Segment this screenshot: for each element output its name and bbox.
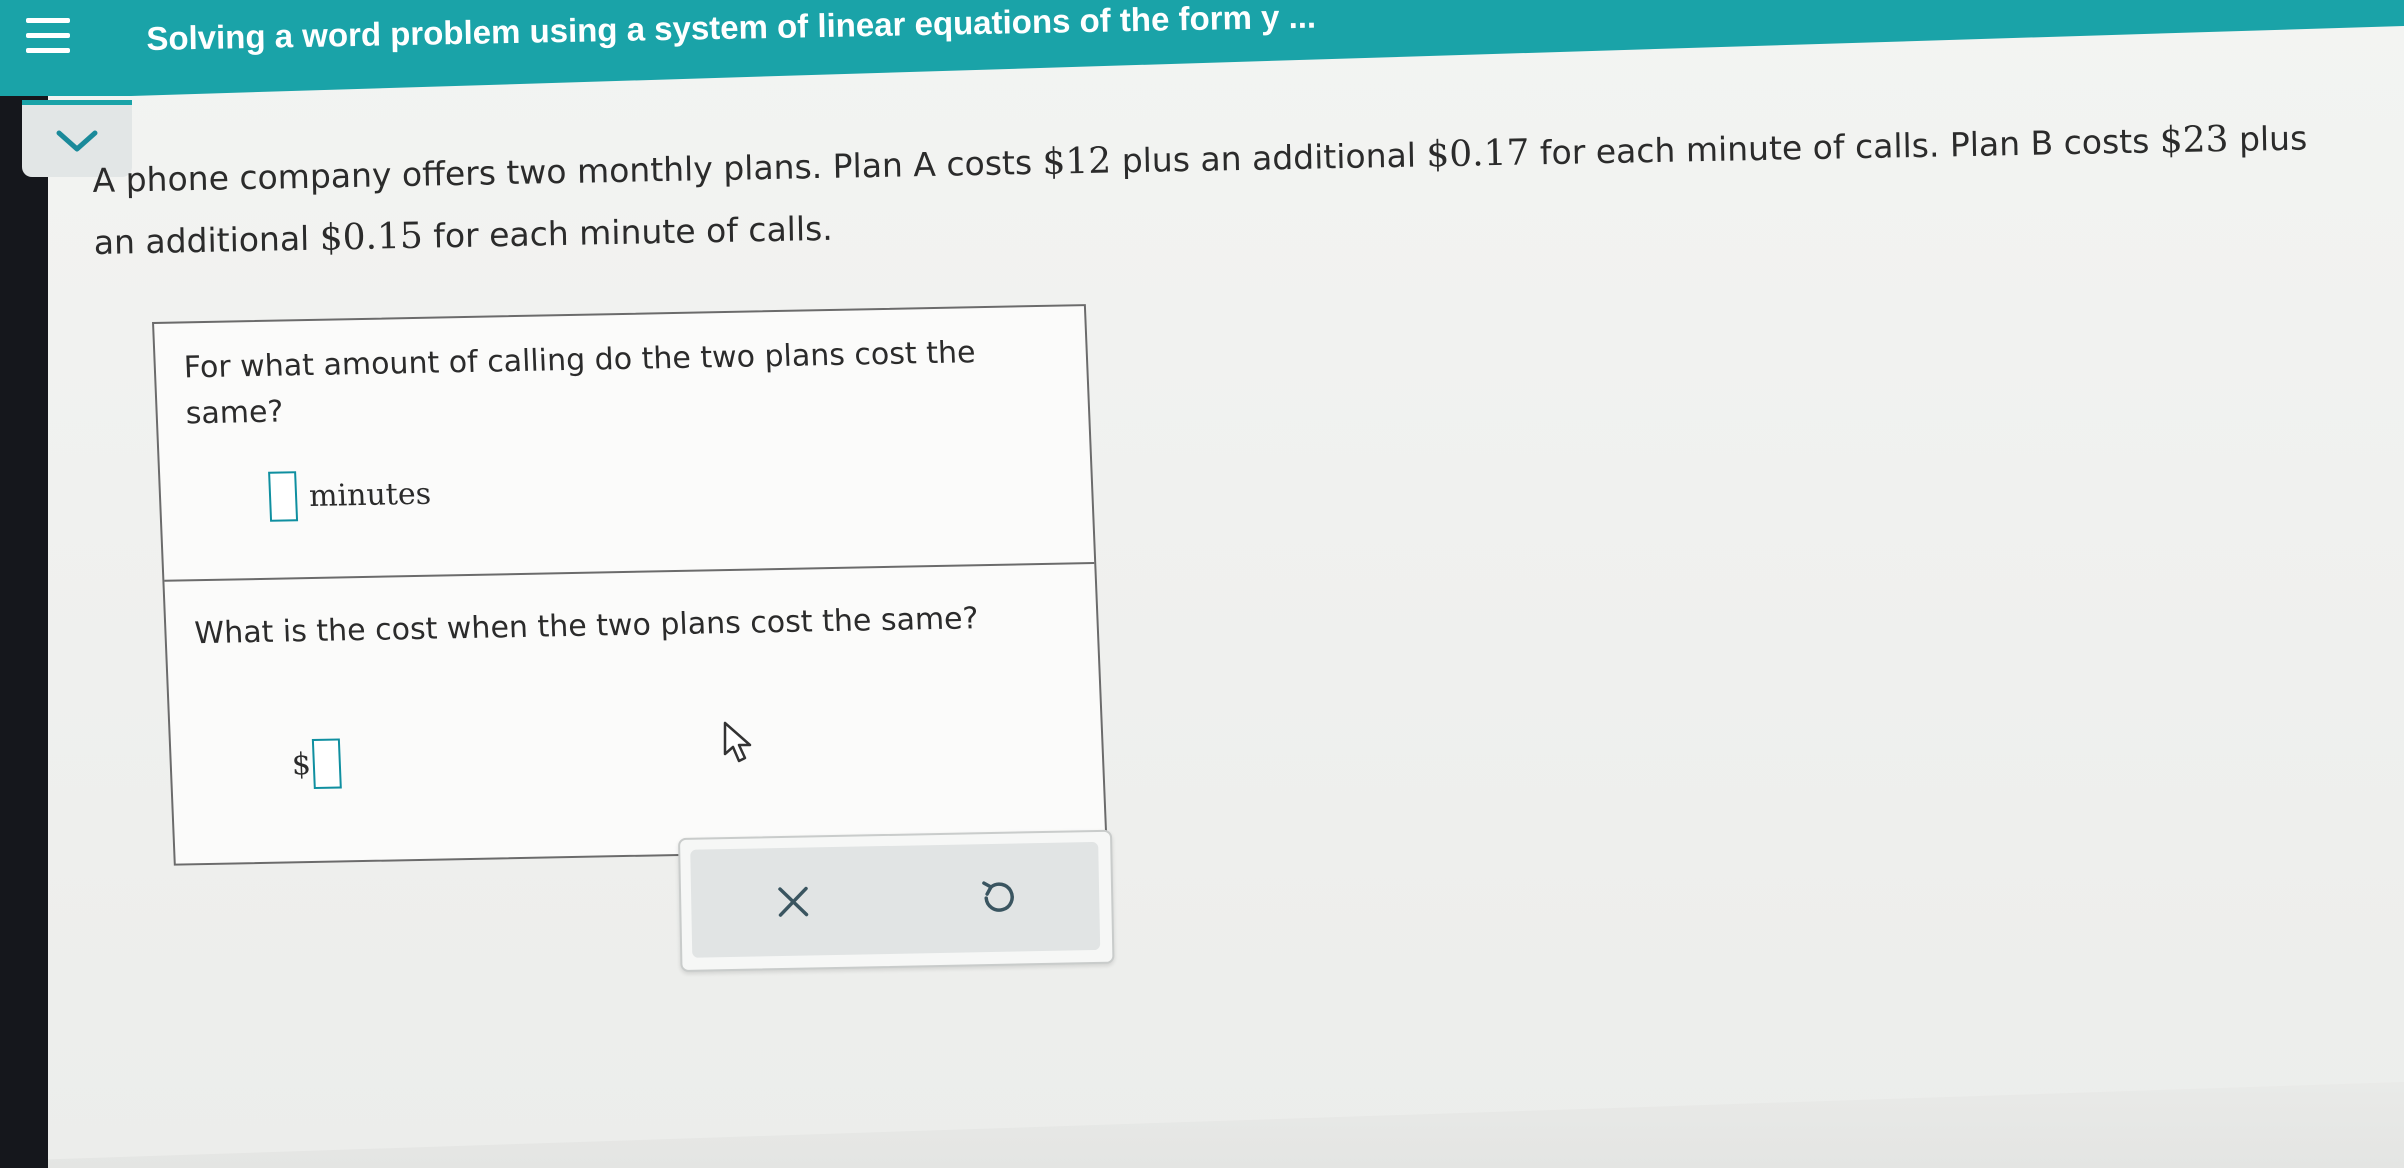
dollar-prefix-label: $ bbox=[291, 746, 312, 782]
minutes-input[interactable] bbox=[268, 471, 299, 522]
question-1: For what amount of calling do the two pl… bbox=[154, 306, 1095, 582]
plan-a-rate: $0.17 bbox=[1426, 132, 1530, 176]
plan-a-base-cost: $12 bbox=[1042, 140, 1112, 183]
minutes-unit-label: minutes bbox=[308, 476, 432, 514]
action-panel bbox=[678, 829, 1115, 972]
undo-icon bbox=[982, 881, 1014, 912]
question-2: What is the cost when the two plans cost… bbox=[164, 564, 1105, 864]
clear-button[interactable] bbox=[752, 861, 834, 943]
plan-b-base-cost: $23 bbox=[2159, 118, 2229, 162]
question-2-text: What is the cost when the two plans cost… bbox=[193, 601, 980, 652]
menu-button[interactable] bbox=[0, 0, 100, 70]
hamburger-menu-icon bbox=[26, 17, 70, 23]
cost-input[interactable] bbox=[311, 738, 342, 789]
question-box: For what amount of calling do the two pl… bbox=[152, 304, 1108, 866]
plan-b-rate: $0.15 bbox=[319, 215, 424, 259]
page: Solving a word problem using a system of… bbox=[0, 0, 2404, 1168]
problem-statement: A phone company offers two monthly plans… bbox=[92, 118, 2308, 262]
panel-edge bbox=[48, 1082, 2404, 1168]
close-icon bbox=[778, 886, 809, 917]
question-1-text: For what amount of calling do the two pl… bbox=[183, 335, 977, 432]
undo-button[interactable] bbox=[956, 857, 1038, 939]
answer-row-minutes: minutes bbox=[268, 469, 432, 522]
answer-row-cost: $ bbox=[291, 738, 342, 789]
mouse-pointer-icon bbox=[723, 721, 752, 763]
action-toolbar bbox=[690, 841, 1101, 958]
